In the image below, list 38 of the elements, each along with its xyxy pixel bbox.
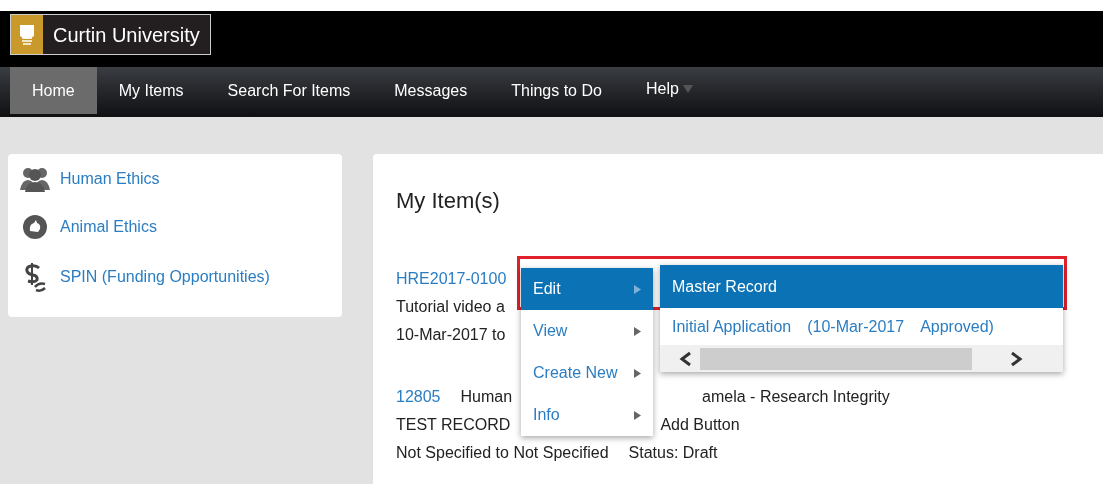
sidebar-link[interactable]: Animal Ethics [60,215,157,239]
item-text: Add Button [660,415,740,435]
menu-item[interactable]: Create New [521,352,653,394]
sidebar-link[interactable]: Human Ethics [60,167,160,191]
nav-tab[interactable]: Things to Do [489,67,624,114]
brand-logo[interactable]: Curtin University [10,14,211,56]
page-title: My Item(s) [396,187,501,215]
brand-name: Curtin University [52,22,201,48]
nav-tab[interactable]: Help [623,64,715,114]
item-link[interactable]: HRE2017-0100 [396,267,507,291]
submenu-arrow-icon [634,410,641,420]
scrollbar-thumb[interactable] [700,347,972,370]
item-text: 10-Mar-2017 to [396,325,506,345]
nav-tab[interactable]: My Items [96,67,206,114]
menu-item[interactable]: Edit [521,268,653,310]
dollar-exchange-icon [22,262,48,292]
submenu-arrow-icon [634,284,641,294]
animal-icon [22,214,48,240]
submenu-arrow-icon [634,326,641,336]
item-text: Status: Draft [628,443,718,463]
crest-icon [11,15,43,55]
item-link[interactable]: 12805 [396,385,441,409]
menu-item[interactable]: View [521,310,653,352]
sidebar-link[interactable]: SPIN (Funding Opportunities) [60,265,270,289]
item-text: Tutorial video a [396,297,505,317]
dropdown-caret-icon [682,85,693,94]
item-text: amela - Research Integrity [702,387,890,407]
nav-tab[interactable]: Home [10,67,97,114]
submenu-arrow-icon [634,368,641,378]
item-text: TEST RECORD [396,415,511,435]
item-text: Human [460,387,513,407]
nav-tab[interactable]: Messages [372,67,490,114]
nav-tab[interactable]: Search For Items [205,67,373,114]
people-icon [18,166,52,192]
submenu-item[interactable]: Initial Application (10-Mar-2017 Approved) [660,308,1063,345]
submenu-item[interactable]: Master Record [660,265,1063,308]
menu-item[interactable]: Info [521,394,653,436]
item-text: Not Specified to Not Specified [396,443,609,463]
